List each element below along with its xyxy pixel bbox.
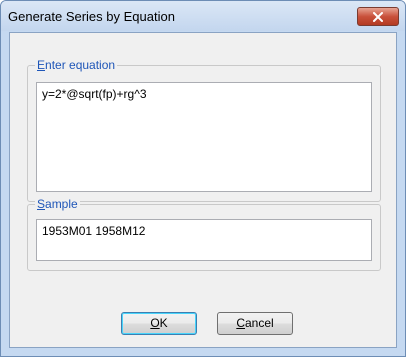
dialog-body: Enter equation y=2*@sqrt(fp)+rg^3 Sample… (9, 32, 397, 348)
equation-input[interactable]: y=2*@sqrt(fp)+rg^3 (36, 82, 372, 192)
close-icon (373, 12, 383, 22)
equation-group-label: Enter equation (35, 58, 118, 72)
sample-input[interactable]: 1953M01 1958M12 (36, 219, 372, 261)
equation-group: Enter equation y=2*@sqrt(fp)+rg^3 (27, 58, 381, 202)
dialog-title: Generate Series by Equation (8, 9, 175, 24)
sample-group-label: Sample (35, 197, 80, 211)
cancel-button[interactable]: Cancel (217, 312, 293, 335)
close-button[interactable] (357, 7, 399, 26)
ok-button[interactable]: OK (121, 312, 197, 335)
sample-group: Sample 1953M01 1958M12 (27, 197, 381, 271)
dialog-window: Generate Series by Equation Enter equati… (0, 0, 406, 357)
title-bar[interactable]: Generate Series by Equation (1, 1, 405, 31)
